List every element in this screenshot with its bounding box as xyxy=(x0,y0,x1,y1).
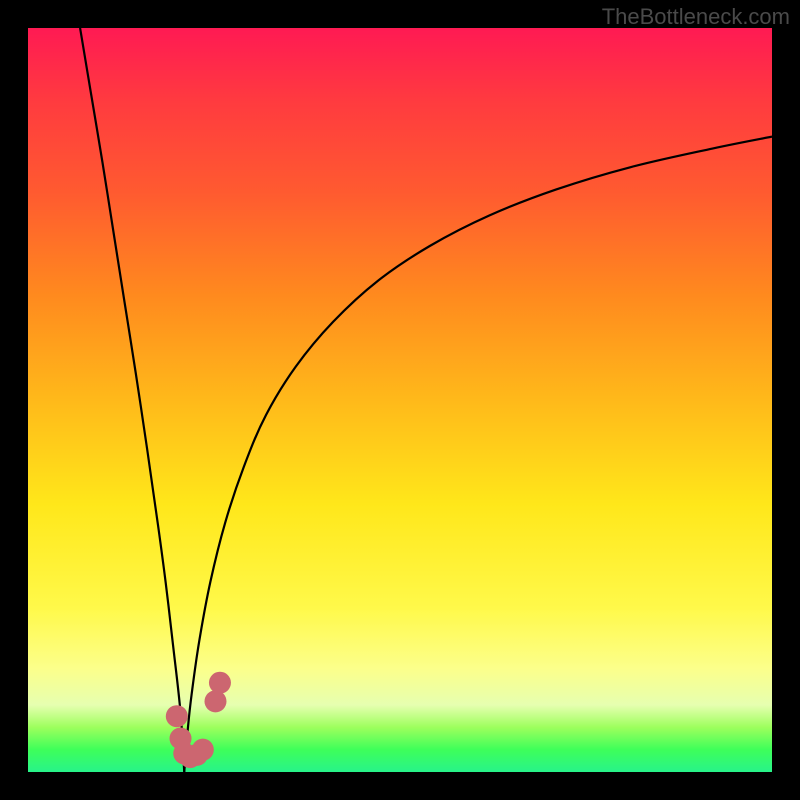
marker-6 xyxy=(192,739,214,761)
marker-7 xyxy=(204,690,226,712)
marker-1 xyxy=(166,705,188,727)
right-curve xyxy=(184,137,772,772)
left-curve xyxy=(80,28,184,772)
marker-8 xyxy=(209,672,231,694)
plot-area xyxy=(28,28,772,772)
chart-svg xyxy=(28,28,772,772)
